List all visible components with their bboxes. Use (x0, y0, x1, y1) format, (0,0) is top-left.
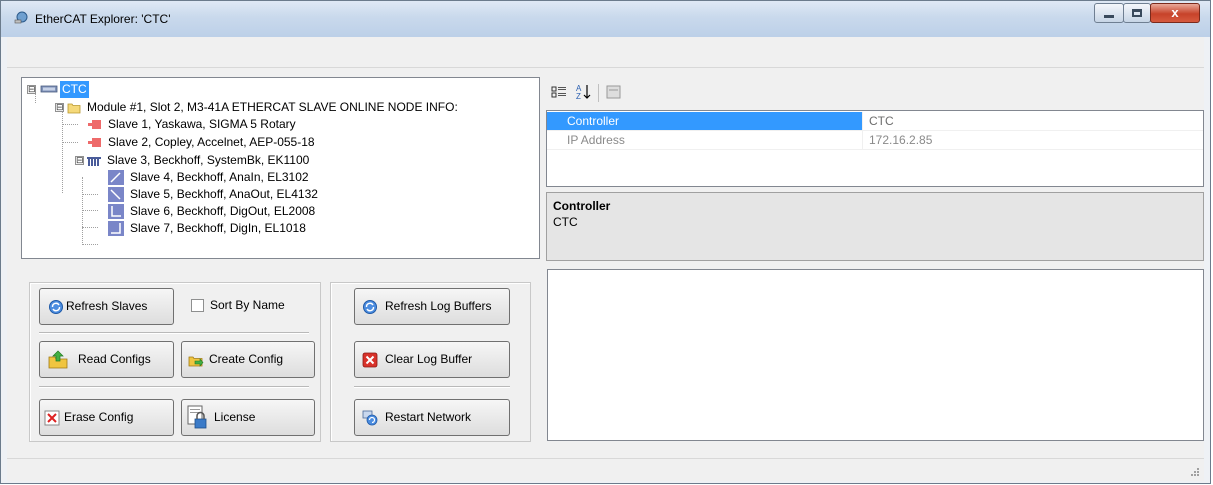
analog-in-icon (108, 170, 124, 185)
button-label: License (214, 410, 256, 424)
license-button[interactable]: License (181, 399, 315, 436)
status-bar (7, 458, 1204, 481)
tree-node-slave-2[interactable]: Slave 2, Copley, Accelnet, AEP-055-18 (78, 134, 498, 151)
collapse-icon[interactable]: ⊟ (75, 156, 84, 165)
button-label: Refresh Log Buffers (385, 299, 492, 313)
create-config-button[interactable]: Create Config (181, 341, 315, 378)
clear-log-buffer-button[interactable]: Clear Log Buffer (354, 341, 510, 378)
tree-node-slave-6[interactable]: Slave 6, Beckhoff, DigOut, EL2008 (98, 203, 498, 220)
property-row-ip-address[interactable]: IP Address 172.16.2.85 (547, 131, 1203, 150)
top-strip (7, 37, 1204, 68)
sort-alpha-icon[interactable]: A Z (573, 82, 595, 102)
button-label: Restart Network (385, 410, 472, 424)
refresh-icon (363, 300, 377, 314)
clear-icon (362, 352, 378, 368)
minimize-button[interactable] (1094, 3, 1124, 23)
property-row-controller[interactable]: Controller CTC (547, 112, 1203, 131)
folder-icon (67, 103, 81, 114)
restart-network-button[interactable]: Restart Network (354, 399, 510, 436)
property-pages-icon[interactable] (603, 82, 625, 102)
close-button[interactable]: x (1150, 3, 1200, 23)
close-icon: x (1171, 5, 1179, 20)
group-separator (354, 386, 510, 388)
device-tree[interactable]: ⊟ CTC ⊟ Module #1, Slot 2, M3-41A ETHERC… (21, 77, 540, 259)
button-label: Refresh Slaves (66, 299, 148, 313)
upload-folder-icon (48, 350, 68, 369)
svg-text:Z: Z (576, 92, 581, 101)
resize-grip-icon[interactable] (1190, 467, 1200, 477)
tree-node-label: Slave 6, Beckhoff, DigOut, EL2008 (130, 204, 316, 218)
tree-connector (82, 177, 83, 245)
tree-node-slave-3[interactable]: ⊟ Slave 3, Beckhoff, SystemBk, EK1100 (75, 152, 495, 169)
tree-node-module[interactable]: ⊟ Module #1, Slot 2, M3-41A ETHERCAT SLA… (55, 99, 535, 116)
refresh-log-buffers-button[interactable]: Refresh Log Buffers (354, 288, 510, 325)
property-name: IP Address (547, 131, 863, 149)
tree-node-slave-5[interactable]: Slave 5, Beckhoff, AnaOut, EL4132 (98, 186, 498, 203)
tree-connector (82, 227, 98, 228)
refresh-icon (49, 300, 63, 314)
read-configs-button[interactable]: Read Configs (39, 341, 174, 378)
tree-connector (82, 194, 98, 195)
analog-out-icon (108, 187, 124, 202)
sort-by-name-checkbox[interactable] (191, 299, 204, 312)
property-value: CTC (869, 114, 894, 128)
property-value: 172.16.2.85 (869, 133, 933, 147)
digital-out-icon (108, 204, 124, 219)
tree-connector (82, 210, 98, 211)
sort-by-name-label[interactable]: Sort By Name (210, 298, 285, 312)
controller-icon (40, 85, 58, 93)
maximize-icon (1132, 9, 1142, 17)
group-separator (39, 386, 309, 388)
description-title: Controller (553, 199, 611, 213)
minimize-icon (1104, 15, 1114, 18)
servo-icon (88, 138, 101, 147)
servo-icon (88, 120, 101, 129)
license-lock-icon (187, 405, 207, 429)
refresh-slaves-button[interactable]: Refresh Slaves (39, 288, 174, 325)
tree-node-slave-1[interactable]: Slave 1, Yaskawa, SIGMA 5 Rotary (78, 116, 498, 133)
restart-network-icon (362, 410, 378, 426)
property-grid[interactable]: Controller CTC IP Address 172.16.2.85 (546, 110, 1204, 187)
button-label: Create Config (209, 352, 284, 366)
description-text: CTC (553, 215, 578, 229)
tree-connector (82, 244, 98, 245)
tree-node-label: Slave 5, Beckhoff, AnaOut, EL4132 (130, 187, 318, 201)
title-bar[interactable]: EtherCAT Explorer: 'CTC' x (1, 1, 1210, 37)
group-separator (39, 332, 309, 334)
tree-node-ctc[interactable]: ⊟ CTC (27, 81, 227, 98)
tree-node-label: Slave 7, Beckhoff, DigIn, EL1018 (130, 221, 306, 235)
tree-connector (62, 109, 63, 193)
digital-in-icon (108, 221, 124, 236)
tree-node-label: Slave 4, Beckhoff, AnaIn, EL3102 (130, 170, 309, 184)
create-config-icon (188, 356, 204, 367)
tree-node-label: Slave 3, Beckhoff, SystemBk, EK1100 (107, 153, 310, 167)
tree-node-label: CTC (60, 81, 89, 98)
collapse-icon[interactable]: ⊟ (27, 85, 36, 94)
ethercat-app-icon (14, 11, 28, 24)
property-description: Controller CTC (546, 192, 1204, 261)
tree-node-label: Slave 2, Copley, Accelnet, AEP-055-18 (108, 135, 315, 149)
button-label: Clear Log Buffer (385, 352, 473, 366)
erase-config-button[interactable]: Erase Config (39, 399, 174, 436)
categorized-icon[interactable] (549, 82, 571, 102)
tree-connector (62, 142, 78, 143)
toolbar-separator (598, 84, 599, 102)
tree-node-slave-4[interactable]: Slave 4, Beckhoff, AnaIn, EL3102 (98, 169, 498, 186)
property-grid-toolbar: A Z (546, 78, 1204, 108)
tree-node-slave-7[interactable]: Slave 7, Beckhoff, DigIn, EL1018 (98, 220, 498, 237)
maximize-button[interactable] (1123, 3, 1151, 23)
window-title: EtherCAT Explorer: 'CTC' (35, 12, 171, 26)
tree-node-label: Module #1, Slot 2, M3-41A ETHERCAT SLAVE… (87, 100, 458, 114)
tree-node-label: Slave 1, Yaskawa, SIGMA 5 Rotary (108, 117, 296, 131)
button-label: Read Configs (78, 352, 151, 366)
coupler-icon (87, 157, 101, 166)
button-label: Erase Config (64, 410, 134, 424)
log-output[interactable] (547, 269, 1204, 441)
app-window: EtherCAT Explorer: 'CTC' x ⊟ CTC ⊟ Modul… (0, 0, 1211, 484)
tree-connector (62, 124, 78, 125)
property-name: Controller (547, 112, 863, 130)
erase-icon (44, 410, 60, 426)
collapse-icon[interactable]: ⊟ (55, 103, 64, 112)
